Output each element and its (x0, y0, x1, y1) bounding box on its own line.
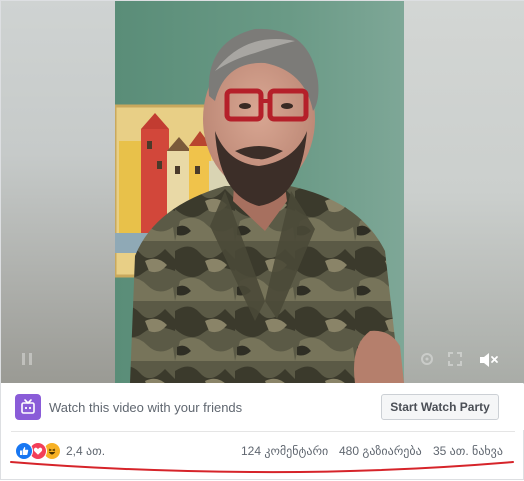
video-blur-left (1, 1, 115, 383)
video-frame[interactable] (115, 1, 404, 383)
start-watch-party-button[interactable]: Start Watch Party (381, 394, 499, 420)
divider (11, 431, 515, 432)
red-underline-annotation (10, 461, 514, 474)
watch-party-icon (15, 394, 41, 420)
watch-party-row: Watch this video with your friends Start… (1, 384, 524, 430)
pause-icon[interactable] (19, 351, 35, 367)
post-container: Watch this video with your friends Start… (0, 0, 524, 480)
video-frame-image (115, 1, 404, 383)
volume-muted-icon (480, 353, 498, 367)
video-player[interactable] (1, 1, 524, 383)
fullscreen-icon[interactable] (447, 351, 463, 367)
watch-party-prompt: Watch this video with your friends (49, 400, 243, 415)
mute-button[interactable] (475, 347, 503, 373)
video-blur-right (404, 1, 524, 383)
like-reaction-icon (15, 442, 33, 460)
settings-gear-icon[interactable] (419, 351, 435, 367)
